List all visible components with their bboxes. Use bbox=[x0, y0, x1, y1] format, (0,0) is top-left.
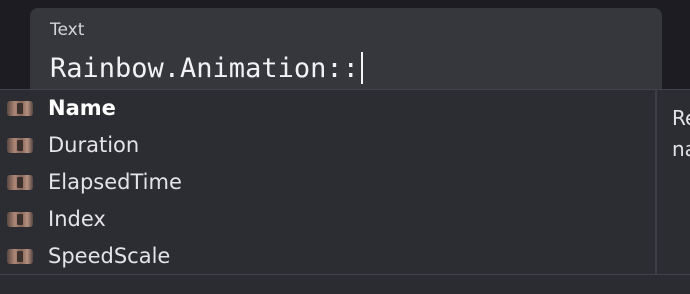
property-icon bbox=[7, 211, 33, 227]
dropdown-divider bbox=[655, 90, 657, 274]
text-caret bbox=[360, 52, 363, 84]
autocomplete-item-label: ElapsedTime bbox=[48, 170, 182, 194]
autocomplete-item-label: Index bbox=[48, 207, 106, 231]
property-icon bbox=[7, 174, 33, 190]
detail-line: Re bbox=[672, 106, 690, 130]
autocomplete-item-speedscale[interactable]: SpeedScale bbox=[0, 238, 655, 274]
detail-line: na bbox=[672, 137, 690, 161]
autocomplete-item-name[interactable]: Name bbox=[0, 90, 655, 126]
autocomplete-list: Name Duration ElapsedTime Index SpeedSca… bbox=[0, 90, 655, 274]
autocomplete-item-elapsedtime[interactable]: ElapsedTime bbox=[0, 164, 655, 200]
bottom-panel bbox=[0, 275, 690, 294]
editor-page: Text Rainbow.Animation:: Name Duration E… bbox=[0, 0, 690, 294]
text-field-label: Text bbox=[50, 20, 85, 40]
text-field-input[interactable]: Rainbow.Animation:: bbox=[50, 52, 363, 84]
autocomplete-detail-panel: Re na bbox=[672, 103, 690, 165]
property-icon bbox=[7, 100, 33, 116]
text-field[interactable]: Text Rainbow.Animation:: bbox=[30, 8, 662, 96]
autocomplete-item-index[interactable]: Index bbox=[0, 201, 655, 237]
autocomplete-dropdown: Name Duration ElapsedTime Index SpeedSca… bbox=[0, 89, 690, 275]
property-icon bbox=[7, 137, 33, 153]
autocomplete-item-label: Duration bbox=[48, 133, 140, 157]
text-field-value[interactable]: Rainbow.Animation:: bbox=[50, 53, 359, 84]
autocomplete-item-label: Name bbox=[48, 96, 116, 120]
autocomplete-item-duration[interactable]: Duration bbox=[0, 127, 655, 163]
autocomplete-item-label: SpeedScale bbox=[48, 244, 171, 268]
property-icon bbox=[7, 248, 33, 264]
